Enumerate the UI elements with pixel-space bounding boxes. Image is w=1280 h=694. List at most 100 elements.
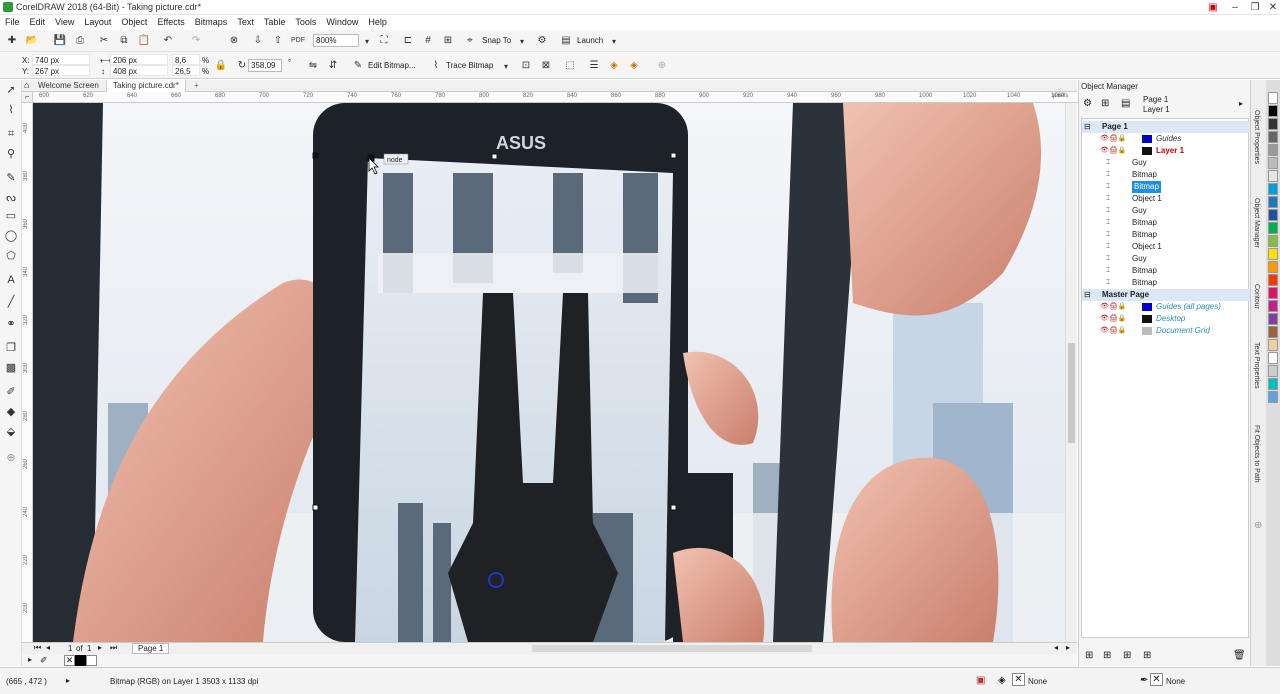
palette-swatch[interactable] bbox=[1268, 235, 1278, 247]
palette-swatch[interactable] bbox=[1268, 118, 1278, 130]
object-type-icon[interactable]: ⌶ bbox=[1106, 217, 1110, 229]
show-guidelines-icon[interactable]: ⊞ bbox=[440, 33, 456, 49]
swatch-none[interactable]: ✕ bbox=[64, 655, 75, 666]
drop-shadow-icon[interactable]: ❐ bbox=[3, 340, 19, 356]
palette-swatch[interactable] bbox=[1268, 352, 1278, 364]
last-page-icon[interactable]: ⏭ bbox=[110, 643, 117, 653]
scroll-right-icon[interactable]: ▸ bbox=[1066, 643, 1070, 652]
object-type-icon[interactable]: ⌶ bbox=[1106, 229, 1110, 241]
outline-pen-icon[interactable]: ✒ bbox=[1140, 675, 1148, 686]
menu-text[interactable]: Text bbox=[232, 15, 259, 30]
menu-table[interactable]: Table bbox=[259, 15, 291, 30]
show-properties-icon[interactable]: ▤ bbox=[1121, 98, 1130, 109]
smart-fill-icon[interactable]: ⬙ bbox=[3, 424, 19, 440]
outline-none-swatch[interactable]: ✕ bbox=[1150, 673, 1163, 686]
fill-bucket-icon[interactable]: ◈ bbox=[998, 675, 1006, 686]
swatch-black[interactable] bbox=[75, 655, 86, 666]
menu-tools[interactable]: Tools bbox=[290, 15, 321, 30]
resample-icon[interactable]: ⊡ bbox=[518, 58, 534, 74]
show-grid-icon[interactable]: # bbox=[420, 33, 436, 49]
visibility-lock-icons[interactable]: 👁🖨🔒 bbox=[1100, 313, 1127, 325]
visibility-lock-icons[interactable]: 👁🖨🔒 bbox=[1100, 301, 1127, 313]
edit-bitmap-button[interactable]: Edit Bitmap... bbox=[368, 61, 416, 70]
options-icon[interactable]: ⚙ bbox=[1083, 98, 1092, 109]
to-front-icon[interactable]: ◈ bbox=[606, 58, 622, 74]
copy-icon[interactable]: ⧉ bbox=[116, 33, 132, 49]
interactive-fill-icon[interactable]: ◆ bbox=[3, 404, 19, 420]
minimize-button[interactable]: – bbox=[1224, 0, 1246, 15]
print-icon[interactable]: ⎙ bbox=[72, 33, 88, 49]
tab-fit-objects-to-path[interactable]: Fit Objects to Path bbox=[1253, 425, 1260, 483]
edit-bitmap-icon[interactable]: ✎ bbox=[350, 58, 366, 74]
blend-tool-icon[interactable]: ⚭ bbox=[3, 316, 19, 332]
mirror-vertical-icon[interactable]: ⇵ bbox=[325, 58, 341, 74]
crop-tool-icon[interactable]: ⌗ bbox=[3, 126, 19, 142]
rectangle-tool-icon[interactable]: ▭ bbox=[3, 208, 19, 224]
tree-item[interactable]: 👁🖨🔒 Guides (all pages) bbox=[1082, 301, 1252, 313]
palette-swatch[interactable] bbox=[1268, 131, 1278, 143]
object-type-icon[interactable]: ⌶ bbox=[1106, 277, 1110, 289]
tree-item[interactable]: 👁🖨🔒 Document Grid bbox=[1082, 325, 1252, 337]
page-1-tab[interactable]: Page 1 bbox=[132, 643, 170, 654]
palette-swatch[interactable] bbox=[1268, 170, 1278, 182]
palette-swatch[interactable] bbox=[1268, 248, 1278, 260]
swatch-white[interactable] bbox=[86, 655, 97, 666]
tab-object-manager[interactable]: Object Manager bbox=[1253, 198, 1260, 248]
expand-icon[interactable]: ⊟ bbox=[1084, 121, 1091, 133]
visibility-lock-icons[interactable]: 👁🖨🔒 bbox=[1100, 145, 1127, 157]
palette-swatch[interactable] bbox=[1268, 209, 1278, 221]
palette-swatch[interactable] bbox=[1268, 313, 1278, 325]
line-connector-icon[interactable]: ╱ bbox=[3, 294, 19, 310]
shape-tool-icon[interactable]: ⌇ bbox=[3, 102, 19, 118]
options-gear-icon[interactable]: ⚙ bbox=[534, 33, 550, 49]
new-document-icon[interactable]: ✚ bbox=[4, 33, 20, 49]
tab-welcome-screen[interactable]: Welcome Screen bbox=[32, 80, 105, 92]
object-type-icon[interactable]: ⌶ bbox=[1106, 205, 1110, 217]
snap-dropdown-icon[interactable]: ▾ bbox=[514, 34, 530, 50]
visibility-lock-icons[interactable]: 👁🖨🔒 bbox=[1100, 325, 1127, 337]
export-icon[interactable]: ⇧ bbox=[270, 33, 286, 49]
close-button[interactable]: ✕ bbox=[1262, 0, 1280, 15]
add-icon[interactable]: ⊕ bbox=[654, 58, 670, 74]
tab-object-properties[interactable]: Object Properties bbox=[1253, 110, 1260, 164]
tree-item[interactable]: ⌶ Bitmap bbox=[1082, 169, 1252, 181]
palette-swatch[interactable] bbox=[1268, 326, 1278, 338]
palette-swatch[interactable] bbox=[1268, 105, 1278, 117]
drawing-canvas[interactable]: ASUS node bbox=[33, 103, 1065, 642]
menu-file[interactable]: File bbox=[0, 15, 25, 30]
trace-dropdown-icon[interactable]: ▾ bbox=[498, 59, 514, 75]
vertical-scroll-thumb[interactable] bbox=[1068, 343, 1075, 443]
undo-icon[interactable]: ↶ bbox=[160, 33, 176, 49]
delete-icon[interactable]: 🗑 bbox=[1233, 650, 1246, 661]
fill-none-swatch[interactable]: ✕ bbox=[1012, 673, 1025, 686]
tree-item[interactable]: ⌶ Bitmap bbox=[1082, 217, 1252, 229]
palette-eyedropper-icon[interactable]: ✐ bbox=[40, 655, 48, 666]
bitmap-bounds-icon[interactable]: ⬚ bbox=[562, 58, 578, 74]
x-position-field[interactable]: 740 px bbox=[32, 54, 90, 65]
tree-item[interactable]: ⌶ Guy bbox=[1082, 157, 1252, 169]
tree-item[interactable]: ⌶ Bitmap bbox=[1082, 277, 1252, 289]
wrap-text-icon[interactable]: ☰ bbox=[586, 58, 602, 74]
new-even-master-icon[interactable]: ⊞ bbox=[1143, 650, 1151, 661]
publish-pdf-icon[interactable]: PDF bbox=[290, 33, 306, 49]
next-page-icon[interactable]: ▸ bbox=[98, 643, 102, 652]
palette-swatch[interactable] bbox=[1268, 144, 1278, 156]
palette-swatch[interactable] bbox=[1268, 222, 1278, 234]
menu-object[interactable]: Object bbox=[116, 15, 152, 30]
full-screen-icon[interactable]: ⛶ bbox=[376, 33, 392, 49]
ellipse-tool-icon[interactable]: ◯ bbox=[3, 228, 19, 244]
home-icon[interactable]: ⌂ bbox=[24, 80, 29, 90]
add-docker-icon[interactable]: ⊕ bbox=[1254, 520, 1262, 531]
palette-swatch[interactable] bbox=[1268, 365, 1278, 377]
search-content-icon[interactable]: ⊗ bbox=[226, 33, 242, 49]
add-tab-button[interactable]: + bbox=[188, 80, 205, 92]
tree-item[interactable]: 👁🖨🔒 Desktop bbox=[1082, 313, 1252, 325]
trace-bitmap-icon[interactable]: ⌇ bbox=[428, 58, 444, 74]
redo-icon[interactable]: ↷ bbox=[188, 33, 204, 49]
snap-icon[interactable]: ⌖ bbox=[462, 33, 478, 49]
zoom-dropdown-icon[interactable]: ▾ bbox=[359, 34, 375, 50]
object-type-icon[interactable]: ⌶ bbox=[1106, 193, 1110, 205]
palette-swatch[interactable] bbox=[1268, 300, 1278, 312]
snap-to-button[interactable]: Snap To bbox=[482, 36, 511, 45]
eyedropper-icon[interactable]: ✐ bbox=[3, 384, 19, 400]
